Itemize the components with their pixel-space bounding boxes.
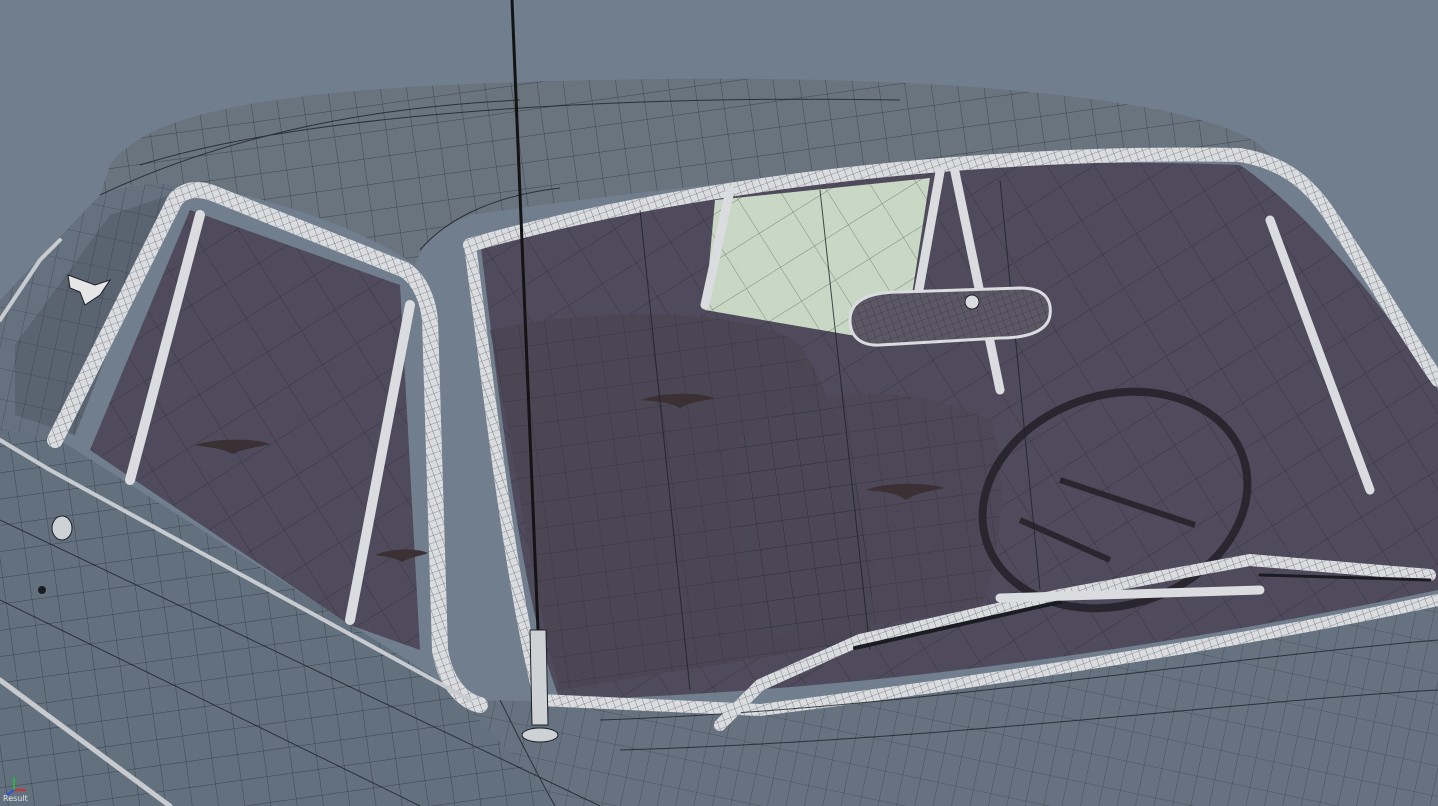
door-lock [51,515,73,541]
body-hole [38,586,46,594]
car-wireframe-render[interactable] [0,0,1438,806]
3d-viewport[interactable]: Result [0,0,1438,806]
rear-view-mirror [848,286,1052,347]
axis-gizmo-icon [6,777,26,796]
viewport-view-label: Result [3,794,28,803]
